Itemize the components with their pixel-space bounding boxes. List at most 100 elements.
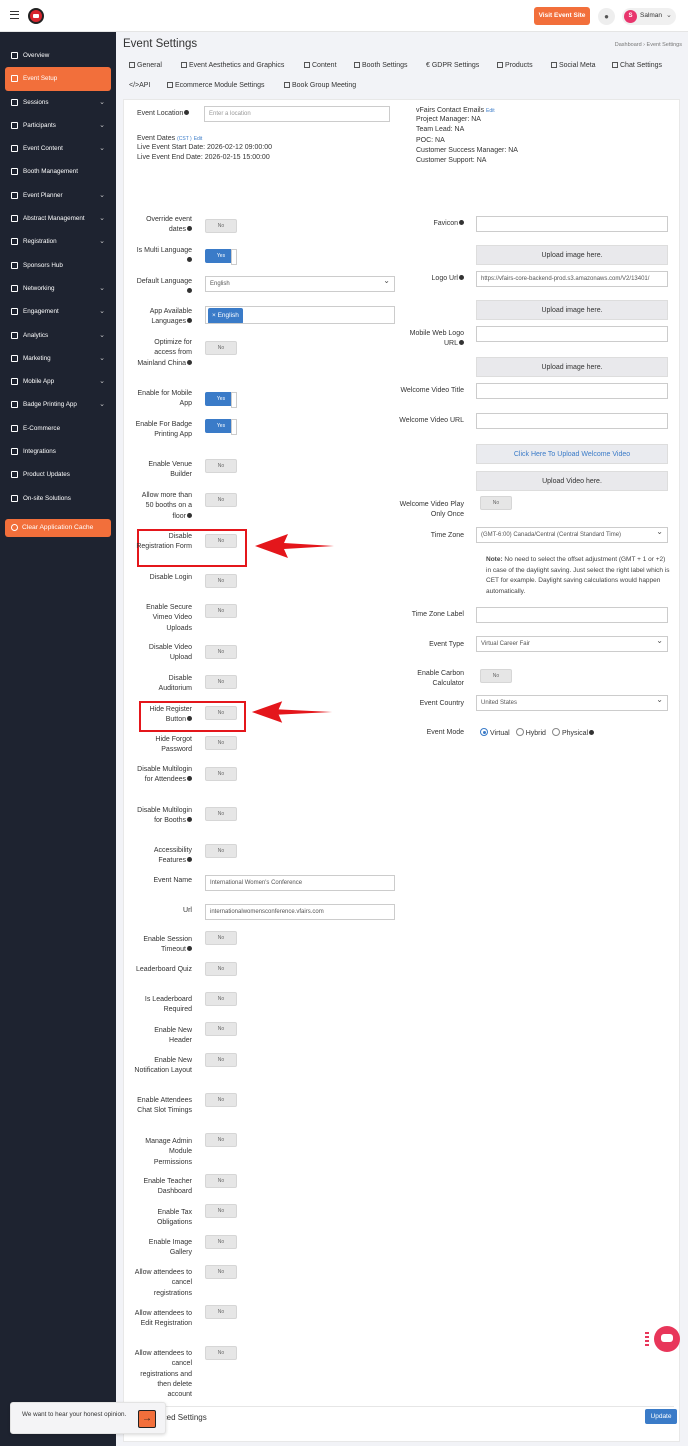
sidebar-item-networking[interactable]: Networking ⌄ bbox=[5, 277, 111, 300]
multilogin-booths-toggle[interactable]: No bbox=[205, 807, 237, 821]
edit-contacts-link[interactable]: Edit bbox=[486, 108, 495, 114]
hide-forgot-toggle[interactable]: No bbox=[205, 736, 237, 750]
advanced-settings-row[interactable]: Advanced Settings + bbox=[134, 1406, 674, 1428]
sidebar-item-event-content[interactable]: Event Content ⌄ bbox=[5, 137, 111, 160]
badge-printing-toggle[interactable]: Yes bbox=[205, 419, 237, 435]
tab-aesthetics[interactable]: Event Aesthetics and Graphics bbox=[181, 62, 284, 69]
cancel-delete-toggle[interactable]: No bbox=[205, 1346, 237, 1360]
venue-builder-toggle[interactable]: No bbox=[205, 459, 237, 473]
drag-handle-icon[interactable] bbox=[645, 1332, 649, 1346]
tab-general[interactable]: General bbox=[129, 62, 162, 69]
mobile-logo-input[interactable] bbox=[476, 326, 668, 342]
event-name-input[interactable]: International Women's Conference bbox=[205, 875, 395, 891]
disable-reg-form-toggle[interactable]: No bbox=[205, 534, 237, 548]
sidebar-item-product-updates[interactable]: Product Updates bbox=[5, 463, 111, 486]
favicon-input[interactable] bbox=[476, 216, 668, 232]
play-once-toggle[interactable]: No bbox=[480, 496, 512, 510]
override-dates-toggle[interactable]: No bbox=[205, 219, 237, 233]
language-chip[interactable]: × English bbox=[208, 308, 243, 323]
sidebar-item-e-commerce[interactable]: E-Commerce bbox=[5, 417, 111, 440]
sidebar-item-badge-printing-app[interactable]: Badge Printing App ⌄ bbox=[5, 393, 111, 416]
breadcrumb[interactable]: Dashboard › Event Settings bbox=[615, 42, 682, 48]
sidebar-item-mobile-app[interactable]: Mobile App ⌄ bbox=[5, 370, 111, 393]
event-mode-physical[interactable]: Physical bbox=[551, 728, 595, 737]
sidebar-item-sponsors-hub[interactable]: Sponsors Hub bbox=[5, 254, 111, 277]
event-mode-hybrid[interactable]: Hybrid bbox=[515, 728, 546, 737]
welcome-url-input[interactable] bbox=[476, 413, 668, 429]
app-logo[interactable] bbox=[28, 8, 44, 24]
chat-slot-toggle[interactable]: No bbox=[205, 1093, 237, 1107]
leaderboard-required-toggle[interactable]: No bbox=[205, 992, 237, 1006]
country-select[interactable]: United States bbox=[476, 695, 668, 711]
feedback-widget[interactable]: We want to hear your honest opinion. → bbox=[10, 1402, 166, 1434]
arrow-right-icon[interactable]: → bbox=[138, 1410, 156, 1428]
tab-chat-settings[interactable]: Chat Settings bbox=[612, 62, 662, 69]
user-menu[interactable]: S Salman ⌄ bbox=[622, 8, 676, 25]
tab-ecommerce[interactable]: Ecommerce Module Settings bbox=[167, 82, 264, 89]
logo-upload-button[interactable]: Upload image here. bbox=[476, 300, 668, 320]
edit-dates-link[interactable]: Edit bbox=[194, 136, 203, 142]
multilogin-attendees-toggle[interactable]: No bbox=[205, 767, 237, 781]
tab-api[interactable]: </>API bbox=[129, 82, 150, 89]
carbon-toggle[interactable]: No bbox=[480, 669, 512, 683]
sidebar-item-abstract-management[interactable]: Abstract Management ⌄ bbox=[5, 207, 111, 230]
upload-welcome-video-button[interactable]: Click Here To Upload Welcome Video bbox=[476, 444, 668, 464]
timezone-label-input[interactable] bbox=[476, 607, 668, 623]
sidebar-item-booth-management[interactable]: Booth Management bbox=[5, 160, 111, 183]
url-input[interactable]: internationalwomensconference.vfairs.com bbox=[205, 904, 395, 920]
disable-auditorium-toggle[interactable]: No bbox=[205, 675, 237, 689]
chat-icon[interactable] bbox=[654, 1326, 680, 1352]
event-location-input[interactable]: Enter a location bbox=[204, 106, 390, 122]
logo-url-input[interactable]: https://vfairs-core-backend-prod.s3.amaz… bbox=[476, 271, 668, 287]
sidebar-item-overview[interactable]: Overview bbox=[5, 44, 111, 67]
visit-event-site-button[interactable]: Visit Event Site bbox=[534, 7, 590, 25]
mobile-logo-upload-button[interactable]: Upload image here. bbox=[476, 357, 668, 377]
teacher-dashboard-toggle[interactable]: No bbox=[205, 1174, 237, 1188]
event-mode-virtual[interactable]: Virtual bbox=[480, 728, 510, 737]
tab-content[interactable]: Content bbox=[304, 62, 337, 69]
update-button[interactable]: Update bbox=[645, 1409, 677, 1424]
mainland-china-toggle[interactable]: No bbox=[205, 341, 237, 355]
clear-cache-button[interactable]: Clear Application Cache bbox=[5, 519, 111, 537]
tab-social-meta[interactable]: Social Meta bbox=[551, 62, 596, 69]
sidebar-item-integrations[interactable]: Integrations bbox=[5, 440, 111, 463]
tab-booth-settings[interactable]: Booth Settings bbox=[354, 62, 408, 69]
sidebar-item-event-planner[interactable]: Event Planner ⌄ bbox=[5, 184, 111, 207]
notification-layout-toggle[interactable]: No bbox=[205, 1053, 237, 1067]
new-header-toggle[interactable]: No bbox=[205, 1022, 237, 1036]
admin-permissions-toggle[interactable]: No bbox=[205, 1133, 237, 1147]
mobile-app-toggle[interactable]: Yes bbox=[205, 392, 237, 408]
accessibility-toggle[interactable]: No bbox=[205, 844, 237, 858]
default-language-select[interactable]: English bbox=[205, 276, 395, 292]
sidebar-item-marketing[interactable]: Marketing ⌄ bbox=[5, 347, 111, 370]
timezone-select[interactable]: (GMT-6:00) Canada/Central (Central Stand… bbox=[476, 527, 668, 543]
sidebar-item-on-site-solutions[interactable]: On-site Solutions bbox=[5, 487, 111, 510]
sidebar-item-event-setup[interactable]: Event Setup bbox=[5, 67, 111, 91]
event-type-select[interactable]: Virtual Career Fair bbox=[476, 636, 668, 652]
upload-video-button[interactable]: Upload Video here. bbox=[476, 471, 668, 491]
leaderboard-quiz-toggle[interactable]: No bbox=[205, 962, 237, 976]
multi-language-toggle[interactable]: Yes bbox=[205, 249, 237, 265]
secure-vimeo-toggle[interactable]: No bbox=[205, 604, 237, 618]
sidebar-item-analytics[interactable]: Analytics ⌄ bbox=[5, 324, 111, 347]
tab-book-group-meeting[interactable]: Book Group Meeting bbox=[284, 82, 356, 89]
sidebar-item-sessions[interactable]: Sessions ⌄ bbox=[5, 91, 111, 114]
session-timeout-toggle[interactable]: No bbox=[205, 931, 237, 945]
disable-login-toggle[interactable]: No bbox=[205, 574, 237, 588]
image-gallery-toggle[interactable]: No bbox=[205, 1235, 237, 1249]
available-languages-input[interactable]: × English bbox=[205, 306, 395, 324]
more-booths-toggle[interactable]: No bbox=[205, 493, 237, 507]
tax-obligations-toggle[interactable]: No bbox=[205, 1204, 237, 1218]
welcome-title-input[interactable] bbox=[476, 383, 668, 399]
tab-products[interactable]: Products bbox=[497, 62, 533, 69]
sidebar-item-participants[interactable]: Participants ⌄ bbox=[5, 114, 111, 137]
sidebar-item-engagement[interactable]: Engagement ⌄ bbox=[5, 300, 111, 323]
tab-gdpr[interactable]: € GDPR Settings bbox=[426, 62, 479, 69]
lightbulb-icon[interactable]: ● bbox=[598, 8, 615, 25]
cancel-reg-toggle[interactable]: No bbox=[205, 1265, 237, 1279]
menu-icon[interactable] bbox=[10, 11, 19, 19]
edit-reg-toggle[interactable]: No bbox=[205, 1305, 237, 1319]
sidebar-item-registration[interactable]: Registration ⌄ bbox=[5, 230, 111, 253]
hide-register-toggle[interactable]: No bbox=[205, 706, 237, 720]
disable-video-upload-toggle[interactable]: No bbox=[205, 645, 237, 659]
